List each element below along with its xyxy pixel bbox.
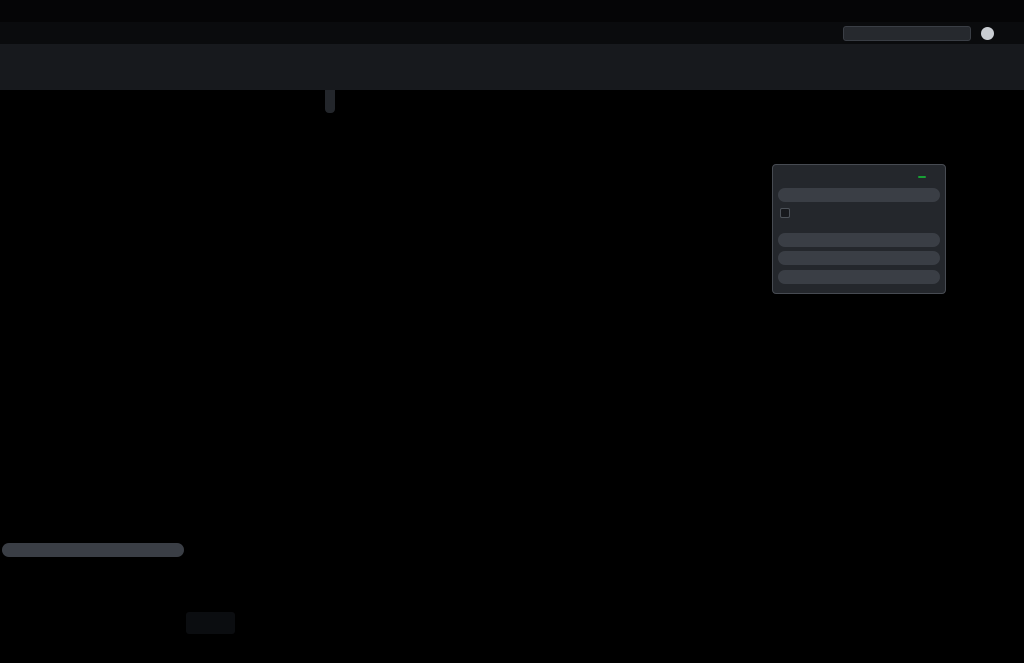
help-badge[interactable]: [918, 176, 926, 178]
mutual-closest-points-row: [778, 208, 940, 218]
checkbox-unchecked[interactable]: [780, 208, 790, 218]
chevron-down-icon[interactable]: [778, 173, 786, 181]
search-icon: [956, 28, 966, 38]
scale-bar-segments: [188, 639, 284, 645]
chevron-right-icon: [786, 237, 793, 244]
section-free-form-adjust[interactable]: [778, 270, 940, 284]
ribbon-toolbar: [0, 44, 1024, 90]
section-information[interactable]: [778, 251, 940, 265]
scale-bar: [188, 636, 284, 645]
collapse-ribbon-icon[interactable]: [1004, 28, 1014, 38]
menu-right: [843, 26, 1024, 41]
global-registration-panel: [772, 164, 946, 294]
title-bar: [0, 0, 1024, 22]
information-panel-header[interactable]: [2, 543, 184, 557]
chevron-down-icon: [10, 547, 17, 554]
chevron-down-icon: [786, 192, 793, 199]
panel-header: [778, 169, 940, 184]
status-toast: [186, 612, 235, 634]
chevron-right-icon: [786, 274, 793, 281]
help-button[interactable]: [981, 27, 994, 40]
search-input[interactable]: [844, 28, 956, 39]
menu-bar: [0, 22, 1024, 44]
close-icon[interactable]: [931, 172, 940, 181]
search-box[interactable]: [843, 26, 971, 41]
orientation-gizmo[interactable]: [932, 560, 1018, 638]
information-panel: [2, 543, 184, 561]
viewport-toolbar: [325, 90, 335, 113]
chevron-right-icon: [786, 255, 793, 262]
section-pairs-forming-settings[interactable]: [778, 188, 940, 202]
section-stop-conditions[interactable]: [778, 233, 940, 247]
stopwatch-icon: [197, 617, 210, 630]
